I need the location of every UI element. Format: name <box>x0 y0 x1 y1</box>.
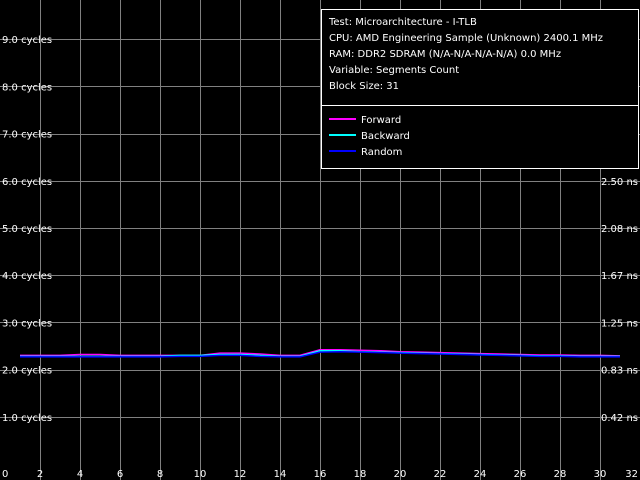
info-line: RAM: DDR2 SDRAM (N/A-N/A-N/A-N/A) 0.0 MH… <box>329 49 561 60</box>
y-tick-label-right: 2.50 ns <box>601 177 638 188</box>
x-axis-labels: 0 2 4 6 8 10 12 14 16 18 20 22 24 26 28 30 32 <box>2 469 638 480</box>
info-line: CPU: AMD Engineering Sample (Unknown) 24… <box>329 33 603 44</box>
y-tick-label-right: 1.67 ns <box>601 271 638 282</box>
y-tick-label-right: 1.25 ns <box>601 318 638 329</box>
y-tick-label-right: 0.42 ns <box>601 413 638 424</box>
info-line: Variable: Segments Count <box>329 65 459 76</box>
y-tick-label-left: 7.0 cycles <box>2 130 52 141</box>
legend-label: Forward <box>361 115 401 126</box>
y-tick-label-left: 9.0 cycles <box>2 35 52 46</box>
y-tick-label-left: 8.0 cycles <box>2 82 52 93</box>
y-tick-label-left: 5.0 cycles <box>2 224 52 235</box>
y-tick-label-left: 4.0 cycles <box>2 271 52 282</box>
x-tick-label: 22 <box>434 469 447 480</box>
legend-label: Random <box>361 147 402 158</box>
x-tick-label: 10 <box>194 469 207 480</box>
legend-label: Backward <box>361 131 410 142</box>
x-tick-label: 16 <box>314 469 327 480</box>
benchmark-chart: 1.0 cycles 2.0 cycles 3.0 cycles 4.0 cycles… <box>0 0 640 480</box>
x-tick-label: 6 <box>117 469 123 480</box>
x-tick-label: 20 <box>394 469 407 480</box>
x-tick-label: 24 <box>474 469 487 480</box>
x-tick-label: 32 <box>625 469 638 480</box>
x-tick-label: 26 <box>514 469 527 480</box>
x-tick-label: 30 <box>594 469 607 480</box>
info-line: Test: Microarchitecture - I-TLB <box>328 17 477 28</box>
x-tick-label: 0 <box>2 469 8 480</box>
x-tick-label: 18 <box>354 469 367 480</box>
legend: Test: Microarchitecture - I-TLB CPU: AMD … <box>321 9 639 169</box>
y-tick-label-left: 1.0 cycles <box>2 413 52 424</box>
y-tick-label-right: 0.83 ns <box>601 366 638 377</box>
y-tick-label-left: 3.0 cycles <box>2 318 52 329</box>
x-tick-label: 12 <box>234 469 247 480</box>
y-axis-left-labels: 1.0 cycles 2.0 cycles 3.0 cycles 4.0 cycles… <box>2 35 52 424</box>
x-tick-label: 2 <box>37 469 43 480</box>
y-tick-label-left: 2.0 cycles <box>2 366 52 377</box>
x-tick-label: 14 <box>274 469 287 480</box>
x-tick-label: 28 <box>554 469 567 480</box>
x-tick-label: 8 <box>157 469 163 480</box>
y-tick-label-left: 6.0 cycles <box>2 177 52 188</box>
y-tick-label-right: 2.08 ns <box>601 224 638 235</box>
info-line: Block Size: 31 <box>329 81 399 92</box>
x-tick-label: 4 <box>77 469 83 480</box>
